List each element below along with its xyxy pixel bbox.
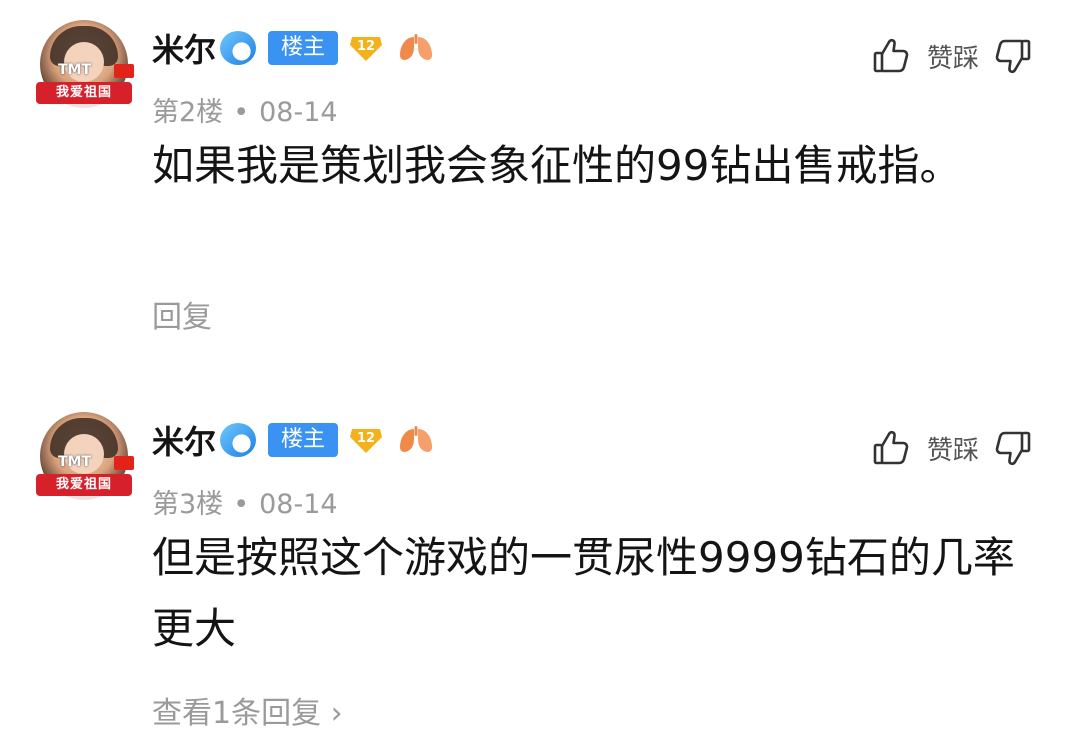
username[interactable]: 米尔 xyxy=(152,417,216,463)
post-meta: 第2楼 • 08-14 xyxy=(152,90,338,129)
post-date: 08-14 xyxy=(259,97,338,128)
flag-icon xyxy=(114,64,134,78)
owner-badge: 楼主 xyxy=(268,31,339,65)
vote-actions: 赞踩 xyxy=(871,426,1033,470)
avatar-tag: TMT xyxy=(58,454,92,470)
user-info-row: 米尔 楼主 12 xyxy=(152,26,436,70)
wave-icon xyxy=(220,423,257,457)
avatar[interactable]: TMT 我爱祖国 xyxy=(36,20,134,108)
post-meta: 第3楼 • 08-14 xyxy=(152,482,338,521)
avatar-ribbon: 我爱祖国 xyxy=(36,82,132,104)
vote-label: 赞踩 xyxy=(926,43,979,74)
view-replies-link[interactable]: 查看1条回复 › xyxy=(152,688,343,732)
vote-actions: 赞踩 xyxy=(871,34,1033,78)
reply-button[interactable]: 回复 xyxy=(152,292,212,336)
meta-separator: • xyxy=(233,97,250,128)
level-badge-icon: 12 xyxy=(348,425,384,455)
lung-icon xyxy=(396,33,436,63)
avatar-tag: TMT xyxy=(58,62,92,78)
floor-number: 第3楼 xyxy=(152,489,224,520)
meta-separator: • xyxy=(233,489,250,520)
wave-icon xyxy=(220,31,257,65)
level-badge-icon: 12 xyxy=(348,33,384,63)
thumb-up-icon[interactable] xyxy=(871,428,911,468)
level-number: 12 xyxy=(356,39,376,54)
thumb-up-icon[interactable] xyxy=(871,36,911,76)
thumb-down-icon[interactable] xyxy=(993,36,1033,76)
level-number: 12 xyxy=(356,431,376,446)
thumb-down-icon[interactable] xyxy=(993,428,1033,468)
avatar[interactable]: TMT 我爱祖国 xyxy=(36,412,134,500)
comment-content: 如果我是策划我会象征性的99钻出售戒指。 xyxy=(152,141,962,190)
username[interactable]: 米尔 xyxy=(152,25,216,71)
post-date: 08-14 xyxy=(259,489,338,520)
owner-badge: 楼主 xyxy=(268,423,339,457)
flag-icon xyxy=(114,456,134,470)
user-info-row: 米尔 楼主 12 xyxy=(152,418,436,462)
comment-content: 但是按照这个游戏的一贯尿性9999钻石的几率更大 xyxy=(152,533,1015,653)
avatar-ribbon: 我爱祖国 xyxy=(36,474,132,496)
vote-label: 赞踩 xyxy=(926,435,979,466)
floor-number: 第2楼 xyxy=(152,97,224,128)
lung-icon xyxy=(396,425,436,455)
